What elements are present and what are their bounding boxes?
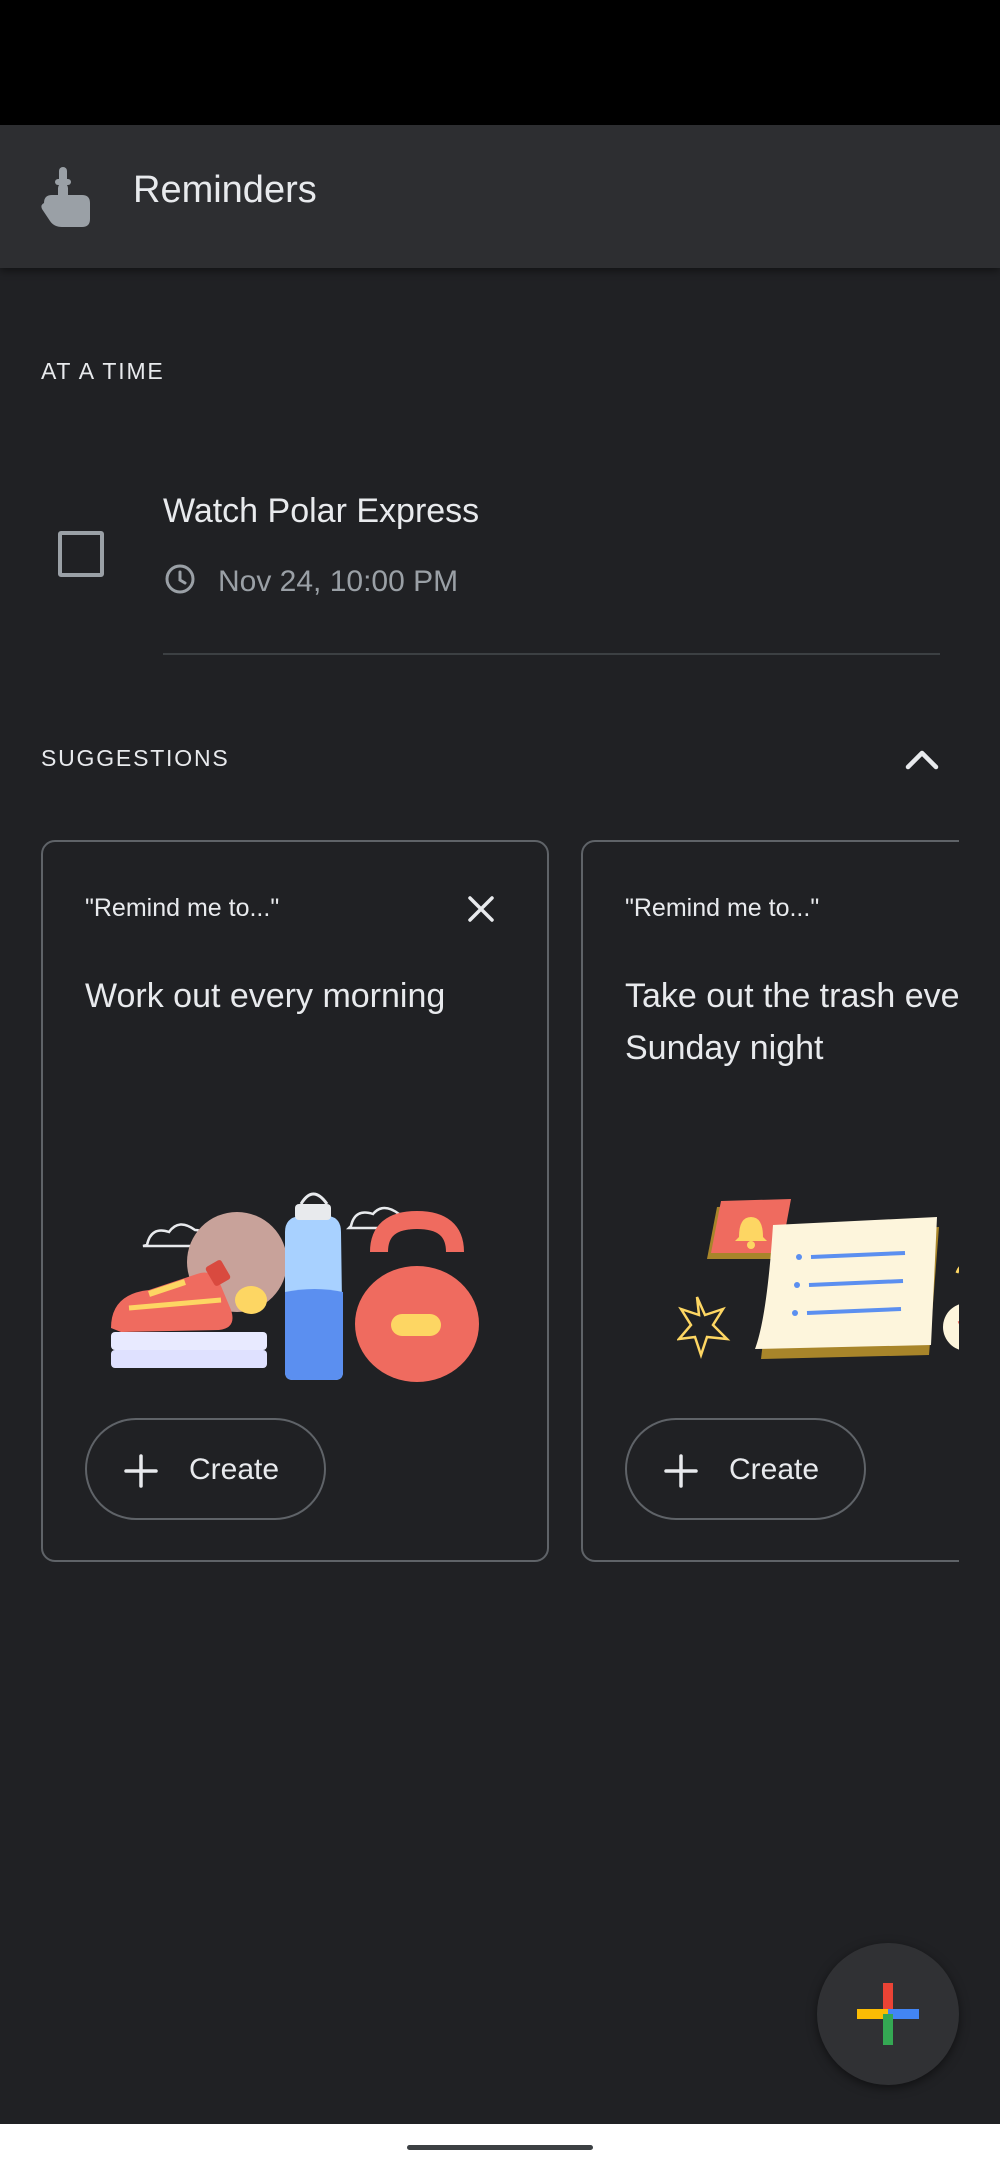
clock-icon	[165, 564, 195, 594]
suggestion-card[interactable]: "Remind me to..." Take out the trash eve…	[581, 840, 959, 1562]
chevron-up-icon[interactable]	[900, 741, 944, 777]
colored-plus-icon	[857, 1983, 919, 2045]
close-icon[interactable]	[464, 892, 498, 926]
reminder-title[interactable]: Watch Polar Express	[163, 492, 479, 531]
reminder-checkbox[interactable]	[58, 531, 104, 577]
card-title: Take out the trash every Sunday night	[625, 970, 959, 1074]
home-gesture-handle[interactable]	[407, 2145, 593, 2150]
create-button-label: Create	[189, 1453, 280, 1486]
pointing-hand-icon	[41, 167, 90, 227]
plus-icon	[124, 1454, 158, 1488]
app-bar: Reminders	[0, 125, 1000, 268]
section-label-suggestions: SUGGESTIONS	[41, 745, 230, 771]
app-title: Reminders	[133, 169, 317, 211]
suggestion-card[interactable]: "Remind me to..." Work out every morning	[41, 840, 549, 1562]
plus-icon	[664, 1454, 698, 1488]
status-bar	[0, 0, 1000, 125]
create-button[interactable]: Create	[85, 1418, 326, 1520]
divider	[163, 653, 940, 655]
navigation-bar	[0, 2124, 1000, 2167]
section-label-at-a-time: AT A TIME	[41, 358, 165, 384]
add-reminder-fab[interactable]	[817, 1943, 959, 2085]
suggestion-carousel[interactable]: "Remind me to..." Work out every morning	[41, 840, 959, 1565]
card-title-line: Take out the trash every	[625, 977, 959, 1015]
create-button-label: Create	[729, 1453, 820, 1486]
create-button[interactable]: Create	[625, 1418, 866, 1520]
card-title: Work out every morning	[85, 970, 445, 1022]
trash-schedule-illustration	[677, 1199, 959, 1359]
workout-illustration	[111, 1192, 479, 1382]
reminder-time: Nov 24, 10:00 PM	[218, 565, 459, 598]
card-title-line: Sunday night	[625, 1029, 824, 1067]
card-pretitle: "Remind me to..."	[625, 894, 820, 922]
card-pretitle: "Remind me to..."	[85, 894, 280, 922]
card-title-line: Work out every morning	[85, 977, 446, 1015]
